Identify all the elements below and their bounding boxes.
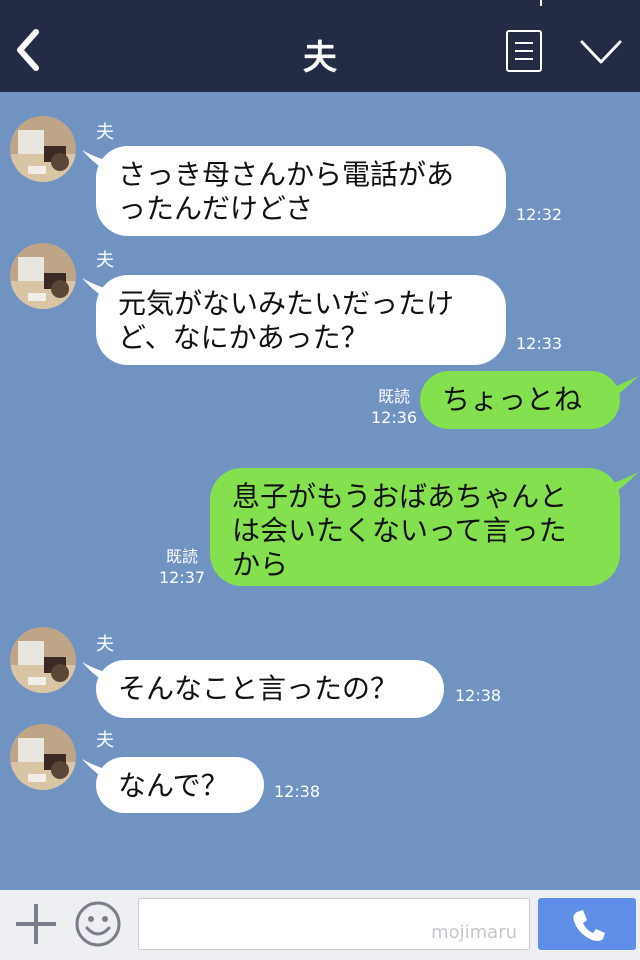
smiley-icon [75,901,121,947]
avatar-photo [10,243,76,309]
avatar-photo [10,724,76,790]
status-mark [540,0,542,6]
message-time: 12:32 [516,205,563,224]
emoji-button[interactable] [74,900,122,948]
message-meta: 既読 12:36 [371,386,417,428]
message-time: 12:37 [159,568,206,587]
avatar[interactable] [10,627,76,693]
avatar[interactable] [10,243,76,309]
message-bubble[interactable]: 息子がもうおばあちゃんと は会いたくないって言った から [210,468,620,586]
chat-area[interactable]: 夫 さっき母さんから電話があ ったんだけどさ 12:32 夫 元気がないみたいだ… [0,92,640,890]
sender-name: 夫 [96,634,114,655]
avatar-photo [10,627,76,693]
back-button[interactable] [10,26,54,74]
sender-name: 夫 [96,730,114,751]
chat-title: 夫 [303,38,337,78]
message-bubble[interactable]: そんなこと言ったの？ [96,660,444,718]
message-time: 12:38 [274,782,321,801]
phone-icon [573,910,605,941]
message-bubble[interactable]: なんで？ [96,757,264,813]
collapse-button[interactable] [578,34,624,70]
avatar[interactable] [10,724,76,790]
watermark-text: mojimaru [431,922,517,943]
back-chevron-icon [17,29,39,71]
plus-icon [16,904,56,944]
message-bubble[interactable]: 元気がないみたいだったけ ど、なにかあった？ [96,275,506,365]
message-time: 12:33 [516,334,563,353]
chat-header: 夫 [0,0,640,92]
menu-button[interactable] [506,30,542,72]
sender-name: 夫 [96,250,114,271]
chevron-down-icon [580,40,622,64]
read-receipt: 既読 [378,387,411,406]
add-button[interactable] [14,902,58,946]
sender-name: 夫 [96,122,114,143]
message-bubble[interactable]: さっき母さんから電話があ ったんだけどさ [96,146,506,236]
avatar-photo [10,116,76,182]
message-meta: 既読 12:37 [159,546,205,588]
message-time: 12:36 [371,408,418,427]
call-button[interactable] [538,898,636,950]
message-time: 12:38 [455,686,502,705]
avatar[interactable] [10,116,76,182]
message-input[interactable]: mojimaru [138,898,530,950]
message-bubble[interactable]: ちょっとね [420,371,620,429]
read-receipt: 既読 [166,547,199,566]
